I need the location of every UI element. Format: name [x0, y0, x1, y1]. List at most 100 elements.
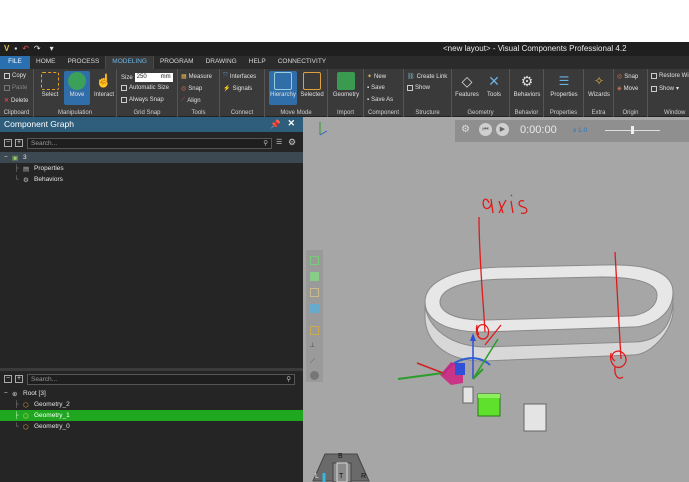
tree-node-root[interactable]: − ⊕ Root [3] — [0, 388, 303, 399]
create-link-button[interactable]: ⛓ Create Link — [407, 73, 447, 81]
geometry-box-2[interactable] — [523, 403, 547, 432]
select-button[interactable]: Select — [37, 71, 63, 98]
origin-snap-label: Snap — [624, 73, 639, 80]
checkbox-icon — [121, 85, 127, 91]
new-icon: ✦ — [367, 74, 373, 80]
interact-button[interactable]: ☝ Interact — [91, 71, 117, 98]
copy-icon — [4, 73, 10, 79]
geometry-tools-button[interactable]: ✕ Tools — [481, 71, 507, 98]
measure-button[interactable]: ▦ Measure — [181, 73, 212, 81]
white-margin — [0, 0, 689, 42]
save-as-icon: ▪ — [367, 97, 370, 103]
collapse-all-icon[interactable]: − — [4, 375, 12, 383]
automatic-size-label: Automatic Size — [129, 85, 170, 91]
tree-node-geometry-2[interactable]: ├ ⬡ Geometry_2 — [0, 399, 303, 410]
hierarchy-button[interactable]: Hierarchy — [269, 71, 297, 105]
component-graph-tree: − ▣ 3 ├ ▤ Properties └ ⚙ Behaviors — [0, 152, 303, 185]
conveyor-loop[interactable] — [424, 264, 674, 362]
paste-button[interactable]: Paste — [4, 85, 27, 91]
expand-all-icon[interactable]: + — [15, 375, 23, 383]
panel-title: Component Graph — [4, 119, 74, 129]
list-options-icon[interactable]: ☰ — [276, 138, 282, 146]
tree-node-behaviors[interactable]: └ ⚙ Behaviors — [0, 174, 303, 185]
save-label: Save — [371, 85, 385, 91]
restore-window-button[interactable]: Restore Wi — [651, 73, 689, 79]
group-label-grid-snap: Grid Snap — [133, 110, 161, 116]
expand-icon[interactable]: − — [4, 390, 8, 397]
view-cube-label-r: R — [361, 473, 367, 480]
ribbon-tabs: FILE HOME PROCESS MODELING PROGRAM DRAWI… — [0, 56, 689, 69]
geometry-import-button[interactable]: Geometry — [332, 71, 360, 98]
redo-icon[interactable]: ↷ — [34, 44, 41, 53]
automatic-size-checkbox[interactable]: Automatic Size — [121, 85, 169, 91]
tab-program[interactable]: PROGRAM — [154, 56, 200, 69]
origin-snap-button[interactable]: ◎ Snap — [617, 73, 639, 81]
tab-drawing[interactable]: DRAWING — [200, 56, 243, 69]
show-structure-button[interactable]: Show — [407, 85, 430, 91]
geometry-box-0[interactable] — [462, 386, 474, 404]
collapse-all-icon[interactable]: − — [4, 139, 12, 147]
geometry-icon: ⬡ — [23, 413, 29, 420]
save-button[interactable]: ▪ Save — [367, 85, 385, 91]
behaviors-button[interactable]: ⚙ Behaviors — [513, 71, 541, 98]
expand-icon[interactable]: − — [4, 154, 8, 161]
title-bar: V ▪ ↶ ↷ ▾ <new layout> - Visual Componen… — [0, 42, 689, 56]
expand-all-icon[interactable]: + — [15, 139, 23, 147]
features-button[interactable]: ◇ Features — [454, 71, 480, 98]
view-cube[interactable]: B L T R — [311, 451, 371, 482]
customize-icon[interactable]: ▾ — [50, 44, 54, 53]
tree-node-component[interactable]: − ▣ 3 — [0, 152, 303, 163]
3d-viewport[interactable]: ⚙ ⏮ ▶ 0:00:00 x 1.0 ⟂ ⟋ B L T R — [303, 117, 689, 482]
tree-node-geometry-1[interactable]: ├ ⬡ Geometry_1 — [0, 410, 303, 421]
properties-button[interactable]: ☰ Properties — [549, 71, 579, 98]
interfaces-button[interactable]: ⤧ Interfaces — [223, 73, 256, 80]
tree-node-properties[interactable]: ├ ▤ Properties — [0, 163, 303, 174]
tab-modeling[interactable]: MODELING — [105, 56, 154, 69]
graph-search-placeholder: Search... — [31, 140, 58, 147]
delete-label: Delete — [11, 97, 29, 104]
selected-button[interactable]: Selected — [299, 71, 325, 98]
tab-connectivity[interactable]: CONNECTIVITY — [272, 56, 332, 69]
paste-icon — [4, 85, 10, 91]
hierarchy-search-input[interactable]: Search... ⚲ — [27, 374, 295, 385]
copy-button[interactable]: Copy — [4, 73, 26, 79]
panel-splitter[interactable] — [0, 368, 303, 371]
tab-process[interactable]: PROCESS — [62, 56, 106, 69]
tab-home[interactable]: HOME — [30, 56, 62, 69]
search-icon: ⚲ — [286, 376, 291, 383]
show-window-button[interactable]: Show ▾ — [651, 85, 679, 92]
always-snap-checkbox[interactable]: Always Snap — [121, 97, 164, 103]
close-icon[interactable]: ✕ — [287, 118, 295, 129]
tree-node-geometry-0[interactable]: └ ⬡ Geometry_0 — [0, 421, 303, 432]
interfaces-icon: ⤧ — [223, 73, 228, 79]
move-icon — [68, 72, 86, 90]
save-icon[interactable]: ▪ — [14, 44, 17, 53]
origin-move-button[interactable]: ◈ Move — [617, 85, 638, 93]
tree-line: └ — [14, 176, 19, 183]
gear-icon[interactable]: ⚙ — [288, 137, 296, 148]
tree-node-label: Geometry_0 — [34, 423, 70, 430]
save-as-button[interactable]: ▪ Save As — [367, 97, 393, 103]
wizards-button[interactable]: ✧ Wizards — [586, 71, 612, 98]
geometry-box-1[interactable] — [477, 393, 501, 417]
undo-icon[interactable]: ↶ — [22, 44, 29, 53]
align-button[interactable]: ⟋ Align — [181, 97, 201, 104]
graph-search-input[interactable]: Search... ⚲ — [27, 138, 272, 149]
view-cube-label-t: T — [339, 473, 344, 480]
delete-button[interactable]: ✕ Delete — [4, 97, 29, 105]
group-label-tools: Tools — [191, 110, 206, 116]
signals-button[interactable]: ⚡ Signals — [223, 85, 252, 93]
tab-help[interactable]: HELP — [243, 56, 272, 69]
app-logo-icon[interactable]: V — [4, 44, 9, 53]
new-button[interactable]: ✦ New — [367, 73, 386, 81]
snap-button[interactable]: ◎ Snap — [181, 85, 202, 93]
properties-icon: ▤ — [23, 166, 30, 173]
tab-file[interactable]: FILE — [0, 56, 30, 69]
group-connect: ⤧ Interfaces ⚡ Signals Connect — [220, 69, 265, 117]
always-snap-label: Always Snap — [129, 97, 164, 103]
move-button[interactable]: Move — [64, 71, 90, 105]
geometry-import-label: Geometry — [332, 92, 360, 98]
show-window-icon — [651, 85, 657, 92]
grid-size-input[interactable]: 250 mm — [134, 73, 173, 82]
pin-icon[interactable]: 📌 — [270, 119, 281, 130]
